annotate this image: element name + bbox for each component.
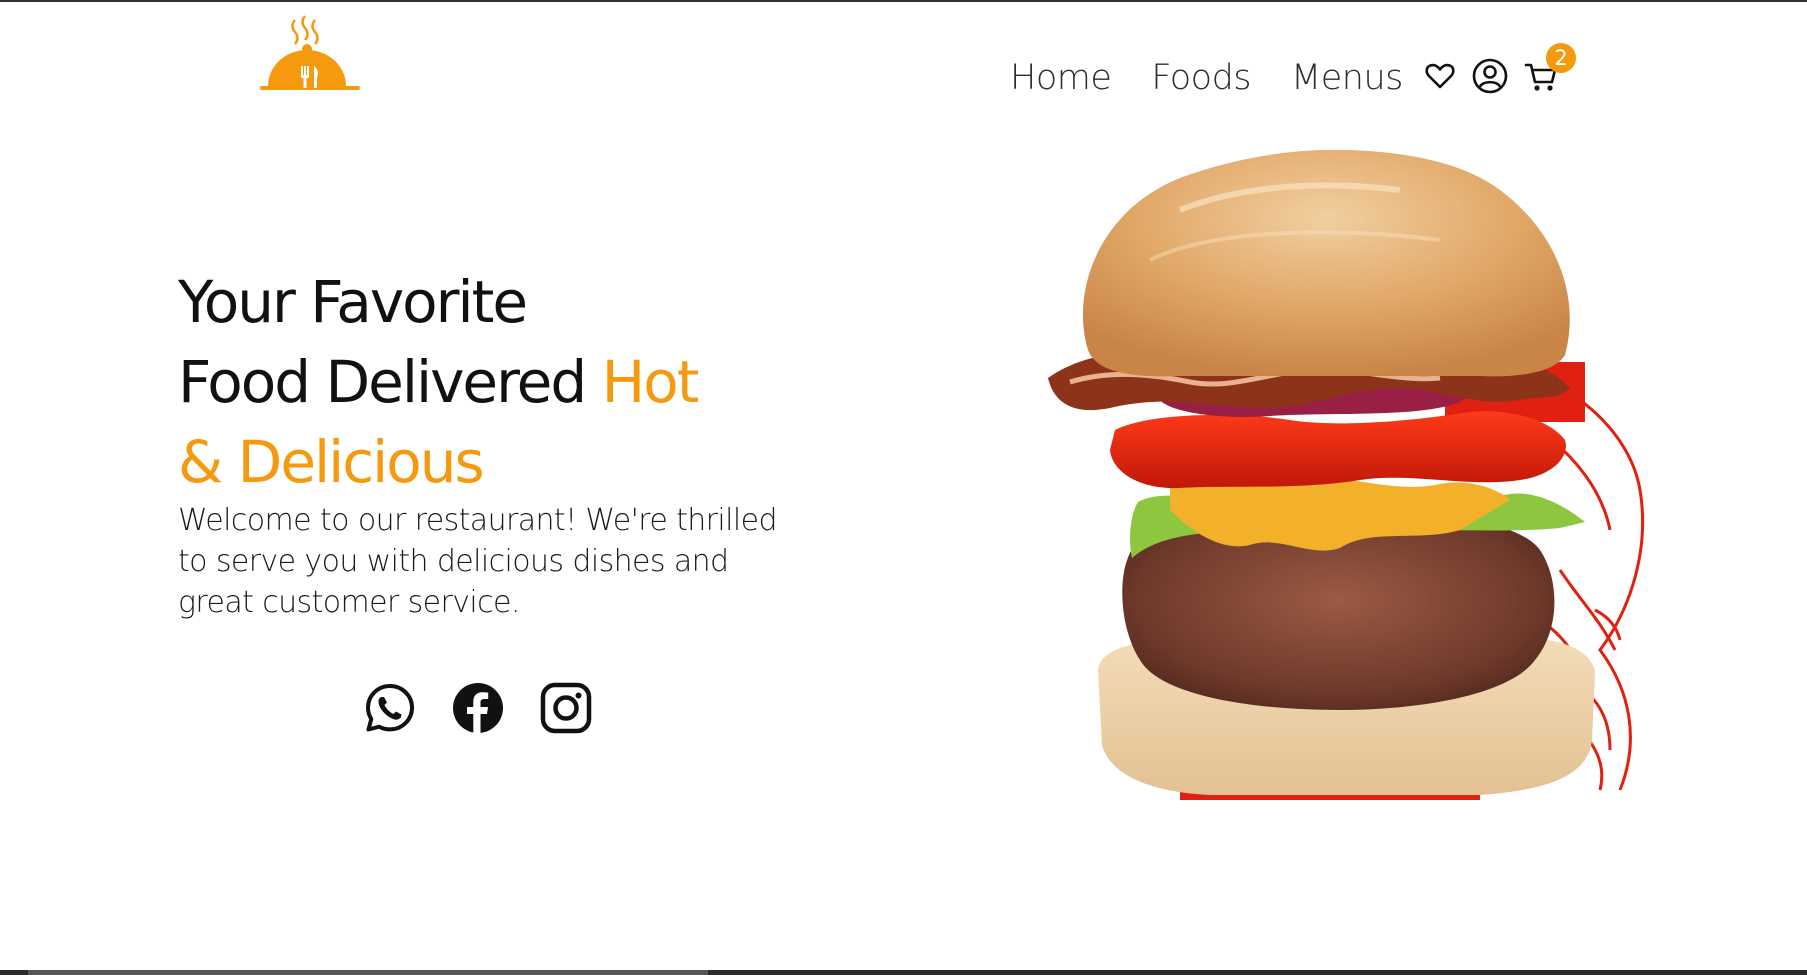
- tomato: [1110, 411, 1566, 489]
- hero-title-accent-hot: Hot: [601, 348, 700, 416]
- user-icon: [1472, 58, 1508, 94]
- window-top-border: [0, 0, 1807, 2]
- logo[interactable]: [258, 12, 360, 92]
- cart-count-badge: 2: [1546, 43, 1576, 73]
- whatsapp-link[interactable]: [364, 682, 416, 734]
- instagram-link[interactable]: [540, 682, 592, 734]
- nav-foods[interactable]: Foods: [1151, 58, 1251, 98]
- scrollbar-thumb[interactable]: [28, 970, 708, 975]
- hero-title-accent-delicious: & Delicious: [178, 428, 485, 496]
- horizontal-scrollbar[interactable]: [0, 970, 1807, 975]
- heart-icon: [1425, 63, 1455, 89]
- instagram-icon: [540, 682, 592, 734]
- hero-subtitle: Welcome to our restaurant! We're thrille…: [178, 503, 778, 620]
- facebook-icon: [453, 683, 503, 733]
- nav-home[interactable]: Home: [1010, 58, 1112, 98]
- facebook-link[interactable]: [452, 682, 504, 734]
- burger-image: [1040, 149, 1660, 805]
- main-nav: Home Foods Menus: [1010, 58, 1403, 98]
- hero-title-line1: Your Favorite: [178, 268, 528, 336]
- cloche-with-cutlery-icon: [260, 15, 360, 90]
- account-button[interactable]: [1472, 58, 1508, 94]
- nav-menus[interactable]: Menus: [1291, 58, 1403, 98]
- whatsapp-icon: [366, 684, 414, 732]
- hero-title: Your Favorite Food Delivered Hot & Delic…: [178, 262, 798, 502]
- wishlist-button[interactable]: [1424, 60, 1456, 92]
- hero-title-line2: Food Delivered: [178, 348, 602, 416]
- social-links: [364, 682, 592, 734]
